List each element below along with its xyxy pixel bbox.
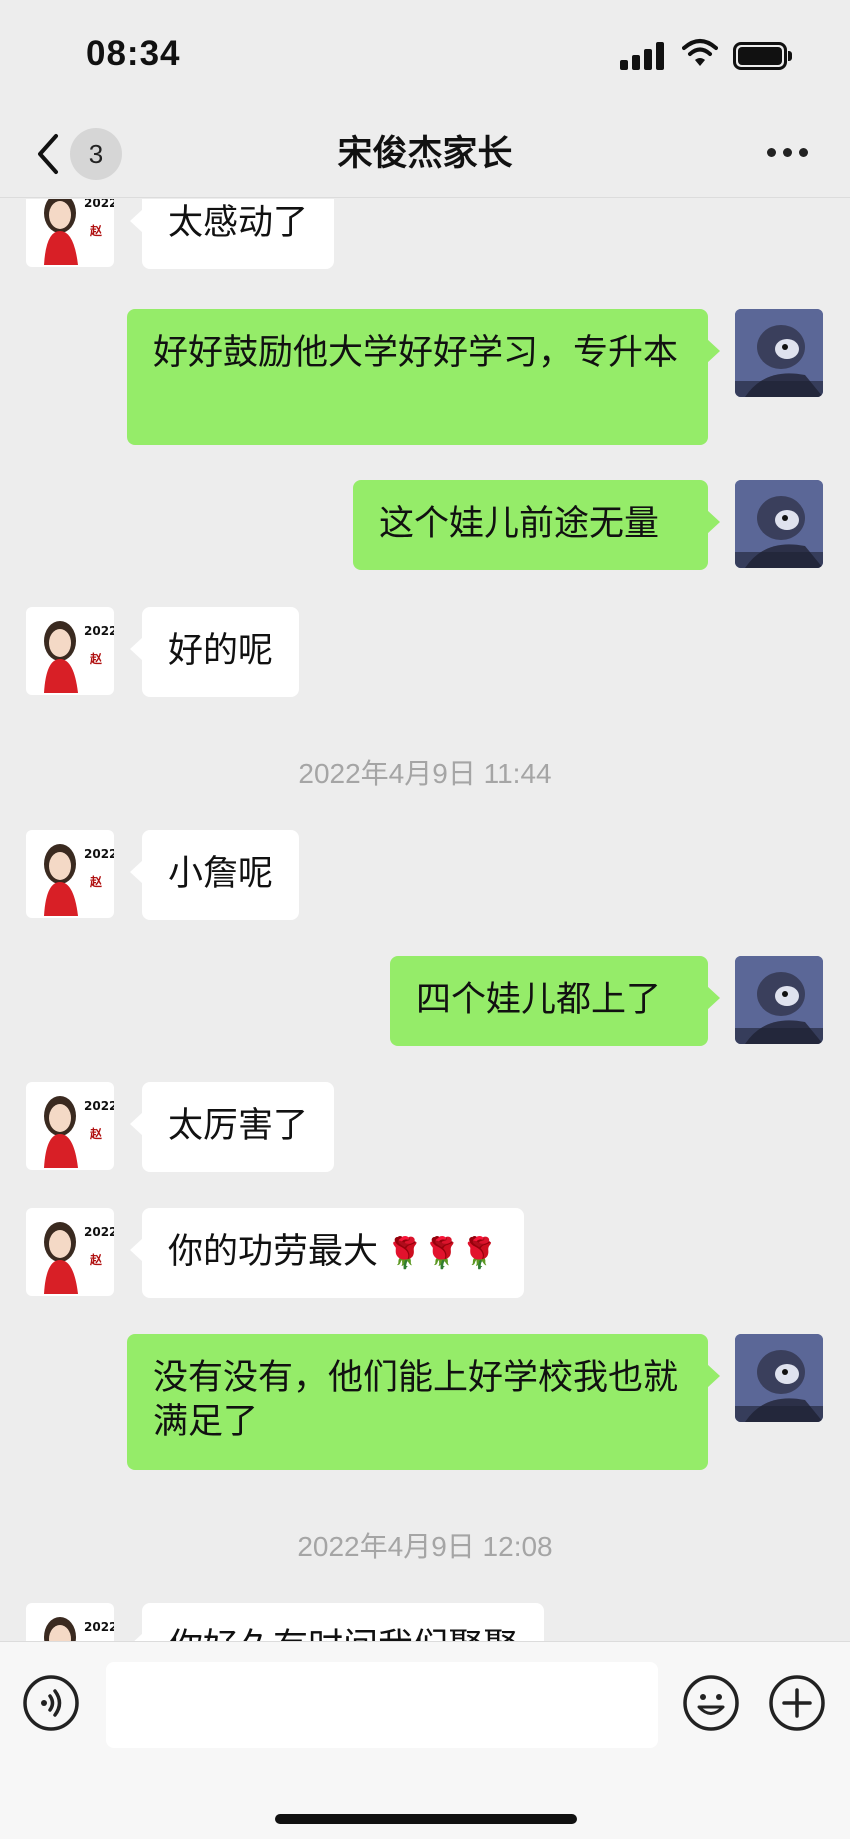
svg-text:2022: 2022 xyxy=(84,624,114,638)
contact-avatar[interactable]: 2022 赵 xyxy=(26,830,114,918)
contact-avatar[interactable]: 2022 赵 xyxy=(26,1603,114,1641)
message-bubble-incoming[interactable]: 太厉害了 xyxy=(129,1082,335,1172)
message-text: 四个娃儿都上了 xyxy=(416,980,662,1020)
cellular-signal-icon xyxy=(620,42,666,70)
message-row: 这个娃儿前途无量 xyxy=(0,480,850,570)
chat-header: 宋俊杰家长 3 xyxy=(0,110,850,198)
more-icon[interactable] xyxy=(765,146,811,160)
contact-avatar[interactable]: 2022 赵 xyxy=(26,607,114,695)
message-bubble-incoming[interactable]: 好的呢 xyxy=(129,607,300,697)
svg-text:2022: 2022 xyxy=(84,1620,114,1634)
message-row: 2022 赵 你的功劳最大 🌹🌹🌹 xyxy=(0,1208,850,1298)
message-bubble-outgoing[interactable]: 四个娃儿都上了 xyxy=(390,956,720,1046)
message-row: 2022 赵 太感动了 xyxy=(0,199,850,269)
back-icon[interactable] xyxy=(32,130,62,178)
rose-emoji: 🌹🌹🌹 xyxy=(386,1236,499,1271)
plus-icon[interactable] xyxy=(768,1674,826,1732)
message-bubble-incoming[interactable]: 你好久有时间我们聚聚 xyxy=(129,1603,545,1641)
input-bar xyxy=(0,1641,850,1839)
message-text: 好好鼓励他大学好好学习，专升本 xyxy=(153,333,679,373)
svg-text:2022: 2022 xyxy=(84,1099,114,1113)
message-text: 太厉害了 xyxy=(168,1106,309,1146)
svg-text:2022: 2022 xyxy=(84,1225,114,1239)
battery-icon xyxy=(733,42,792,70)
message-row: 没有没有，他们能上好学校我也就满足了 xyxy=(0,1334,850,1470)
home-indicator[interactable] xyxy=(275,1814,577,1824)
message-text: 好的呢 xyxy=(168,631,274,671)
message-bubble-outgoing[interactable]: 这个娃儿前途无量 xyxy=(353,480,720,570)
message-bubble-outgoing[interactable]: 没有没有，他们能上好学校我也就满足了 xyxy=(127,1334,720,1470)
message-bubble-incoming[interactable]: 小詹呢 xyxy=(129,830,300,920)
message-bubble-incoming[interactable]: 太感动了 xyxy=(129,199,335,269)
status-bar: 08:34 xyxy=(0,0,850,110)
message-row: 2022 赵 太厉害了 xyxy=(0,1082,850,1172)
message-text: 没有没有，他们能上好学校我也就满足了 xyxy=(153,1358,679,1442)
svg-text:赵: 赵 xyxy=(89,1252,103,1267)
my-avatar[interactable] xyxy=(735,480,823,568)
message-timestamp: 2022年4月9日 11:44 xyxy=(298,758,552,789)
unread-count-badge[interactable]: 3 xyxy=(70,128,122,180)
message-row: 好好鼓励他大学好好学习，专升本 xyxy=(0,309,850,445)
message-input[interactable] xyxy=(106,1662,658,1748)
contact-avatar[interactable]: 2022 赵 xyxy=(26,199,114,267)
svg-text:赵: 赵 xyxy=(89,223,103,238)
voice-icon[interactable] xyxy=(22,1674,80,1732)
message-row: 2022 赵 小詹呢 xyxy=(0,830,850,920)
svg-text:赵: 赵 xyxy=(89,651,103,666)
contact-avatar[interactable]: 2022 赵 xyxy=(26,1208,114,1296)
my-avatar[interactable] xyxy=(735,309,823,397)
message-text: 太感动了 xyxy=(168,203,309,243)
my-avatar[interactable] xyxy=(735,1334,823,1422)
svg-text:赵: 赵 xyxy=(89,874,103,889)
emoji-icon[interactable] xyxy=(682,1674,740,1732)
svg-text:2022: 2022 xyxy=(84,199,114,210)
svg-text:2022: 2022 xyxy=(84,847,114,861)
message-bubble-incoming[interactable]: 你的功劳最大 🌹🌹🌹 xyxy=(129,1208,525,1298)
message-bubble-outgoing[interactable]: 好好鼓励他大学好好学习，专升本 xyxy=(127,309,720,445)
my-avatar[interactable] xyxy=(735,956,823,1044)
message-list[interactable]: 2022 赵 太感动了 好好鼓励他大学好好学习，专升本 这个娃儿前途无量 202… xyxy=(0,199,850,1641)
status-time: 08:34 xyxy=(86,34,181,73)
chat-title: 宋俊杰家长 xyxy=(337,134,513,174)
wifi-icon xyxy=(682,39,718,66)
message-text: 小詹呢 xyxy=(168,854,274,894)
svg-text:赵: 赵 xyxy=(89,1126,103,1141)
message-row: 2022 赵 你好久有时间我们聚聚 xyxy=(0,1603,850,1641)
message-row: 2022 赵 好的呢 xyxy=(0,607,850,697)
message-text: 你好久有时间我们聚聚 xyxy=(168,1627,518,1641)
contact-avatar[interactable]: 2022 赵 xyxy=(26,1082,114,1170)
message-text: 这个娃儿前途无量 xyxy=(379,504,660,544)
message-text: 你的功劳最大 xyxy=(168,1232,379,1272)
message-row: 四个娃儿都上了 xyxy=(0,956,850,1046)
message-timestamp: 2022年4月9日 12:08 xyxy=(297,1531,553,1562)
